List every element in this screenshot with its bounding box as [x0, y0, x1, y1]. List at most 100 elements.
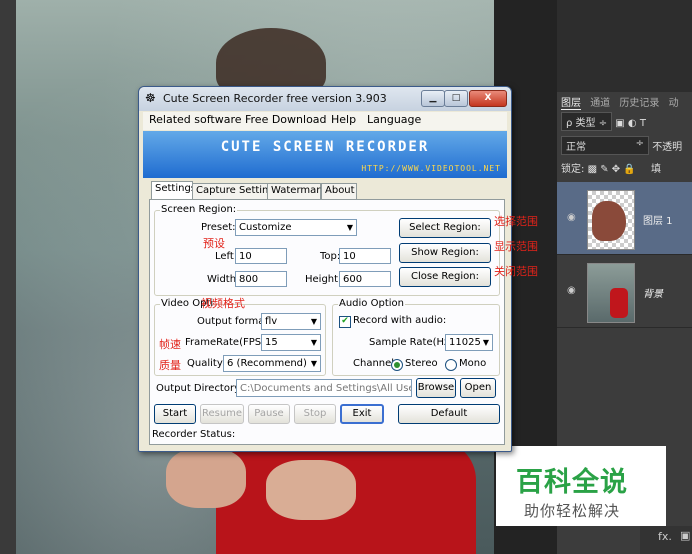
top-input[interactable]: 10: [339, 248, 391, 264]
annotation-preset: 预设: [203, 237, 225, 250]
chevron-down-icon: ÷: [635, 138, 644, 149]
app-banner: CUTE SCREEN RECORDER HTTP://WWW.VIDEOTOO…: [143, 131, 507, 178]
show-region-button[interactable]: Show Region:: [399, 243, 491, 263]
record-audio-checkbox[interactable]: ✔: [339, 316, 351, 328]
visibility-eye-icon[interactable]: ◉: [567, 212, 576, 223]
chevron-down-icon: ▼: [482, 338, 489, 347]
height-input[interactable]: 600: [339, 271, 391, 287]
default-button[interactable]: Default: [398, 404, 500, 424]
chevron-down-icon: ▼: [346, 223, 353, 232]
menu-related-software[interactable]: Related software: [149, 113, 242, 126]
tab-history[interactable]: 历史记录: [619, 98, 659, 109]
record-audio-label: Record with audio:: [353, 315, 447, 326]
blend-mode-select[interactable]: 正常 ÷: [561, 136, 649, 155]
tab-layers[interactable]: 图层: [561, 98, 581, 110]
annotation-close-region: 关闭范围: [494, 265, 538, 278]
layer-row-1[interactable]: ◉ 图层 1: [557, 182, 692, 255]
photo-hand-left: [166, 448, 246, 508]
mono-label: Mono: [459, 358, 487, 369]
maximize-button[interactable]: □: [444, 90, 468, 107]
tab-watermark[interactable]: Watermark: [267, 183, 326, 199]
window-title: Cute Screen Recorder free version 3.903: [163, 92, 387, 105]
select-region-button[interactable]: Select Region:: [399, 218, 491, 238]
banner-url[interactable]: HTTP://WWW.VIDEOTOOL.NET: [361, 164, 501, 173]
chevron-down-icon: ▼: [310, 317, 317, 326]
annotation-video-format: 视频格式: [201, 297, 245, 310]
width-input[interactable]: 800: [235, 271, 287, 287]
chevron-down-icon: ▼: [310, 359, 317, 368]
opacity-label: 不透明: [652, 142, 683, 153]
start-button[interactable]: Start: [154, 404, 196, 424]
watermark-subtitle: 助你轻松解决: [524, 502, 621, 520]
title-bar[interactable]: ☸ Cute Screen Recorder free version 3.90…: [139, 87, 511, 111]
annotation-framerate: 帧速: [159, 338, 181, 351]
mono-radio[interactable]: [445, 359, 457, 371]
fx-icon[interactable]: fx.: [658, 530, 672, 543]
recorder-status-label: Recorder Status:: [152, 429, 236, 440]
menu-bar: Related software Free Download Help Lang…: [143, 112, 507, 130]
output-format-select[interactable]: flv ▼: [261, 313, 321, 330]
lock-icons[interactable]: ▩ ✎ ✥ 🔒: [588, 164, 636, 175]
layer-thumbnail: [587, 190, 635, 250]
filter-icons: ▣ ◐ T: [615, 118, 646, 129]
video-option-group: Video Opti 视频格式 Output format: flv ▼ 帧速 F…: [154, 297, 326, 376]
close-button[interactable]: X: [469, 90, 507, 107]
layer-name: 背景: [643, 289, 663, 300]
top-label: Top:: [320, 251, 341, 262]
photo-hand-right: [266, 460, 356, 520]
screen-region-group: Screen Region: Preset: Customize ▼ 预设 Lef…: [154, 204, 500, 296]
annotation-select-region: 选择范围: [494, 215, 538, 228]
lock-label: 锁定:: [561, 164, 585, 175]
stereo-radio[interactable]: [391, 359, 403, 371]
close-region-button[interactable]: Close Region:: [399, 267, 491, 287]
audio-option-title: Audio Option: [338, 298, 405, 309]
open-button[interactable]: Open: [460, 378, 496, 398]
menu-free-download[interactable]: Free Download: [245, 113, 327, 126]
annotation-quality: 质量: [159, 359, 181, 372]
pause-button[interactable]: Pause: [248, 404, 290, 424]
mask-icon[interactable]: ▣: [680, 529, 690, 542]
layer-name: 图层 1: [643, 216, 673, 227]
sample-rate-select[interactable]: 11025 ▼: [445, 334, 493, 351]
quality-select[interactable]: 6 (Recommend) ▼: [223, 355, 321, 372]
layers-footer: fx. ▣: [640, 526, 692, 554]
settings-panel: Screen Region: Preset: Customize ▼ 预设 Lef…: [149, 199, 505, 445]
recorder-window: ☸ Cute Screen Recorder free version 3.90…: [138, 86, 512, 452]
menu-language[interactable]: Language: [367, 113, 421, 126]
screen-region-title: Screen Region:: [160, 204, 238, 215]
left-label: Left:: [215, 251, 238, 262]
watermark-logo: 百科全说 助你轻松解决: [496, 446, 666, 526]
tab-actions[interactable]: 动: [669, 98, 679, 109]
preset-select[interactable]: Customize ▼: [235, 219, 357, 236]
menu-help[interactable]: Help: [331, 113, 356, 126]
framerate-select[interactable]: 15 ▼: [261, 334, 321, 351]
annotation-show-region: 显示范围: [494, 240, 538, 253]
minimize-button[interactable]: ▁: [421, 90, 445, 107]
output-directory-input[interactable]: C:\Documents and Settings\All Users\scre: [236, 379, 412, 397]
layers-panel-tabs: 图层 通道 历史记录 动: [561, 94, 685, 110]
visibility-eye-icon[interactable]: ◉: [567, 285, 576, 296]
left-edge-strip: [0, 0, 16, 554]
fill-label: 填: [650, 164, 661, 175]
audio-option-group: Audio Option ✔ Record with audio: Sample…: [332, 298, 500, 376]
tab-settings[interactable]: Settings: [151, 181, 196, 199]
sample-rate-label: Sample Rate(Hz):: [369, 337, 457, 348]
tab-capture-settings[interactable]: Capture Settings: [192, 183, 280, 199]
quality-label: Quality:: [187, 358, 226, 369]
exit-button[interactable]: Exit: [340, 404, 384, 424]
stop-button[interactable]: Stop: [294, 404, 336, 424]
height-label: Height:: [305, 274, 342, 285]
stereo-label: Stereo: [405, 358, 438, 369]
layer-filter-select[interactable]: ρ 类型 ÷: [561, 112, 613, 131]
tab-channels[interactable]: 通道: [590, 98, 610, 109]
left-input[interactable]: 10: [235, 248, 287, 264]
browse-button[interactable]: Browse: [416, 378, 456, 398]
layer-thumbnail: [587, 263, 635, 323]
chevron-down-icon: ▼: [310, 338, 317, 347]
tab-about[interactable]: About: [321, 183, 357, 199]
preset-label: Preset:: [201, 222, 236, 233]
resume-button[interactable]: Resume: [200, 404, 244, 424]
layer-row-background[interactable]: ◉ 背景: [557, 255, 692, 328]
framerate-label: FrameRate(FPS):: [185, 337, 269, 348]
app-icon: ☸: [145, 91, 156, 105]
